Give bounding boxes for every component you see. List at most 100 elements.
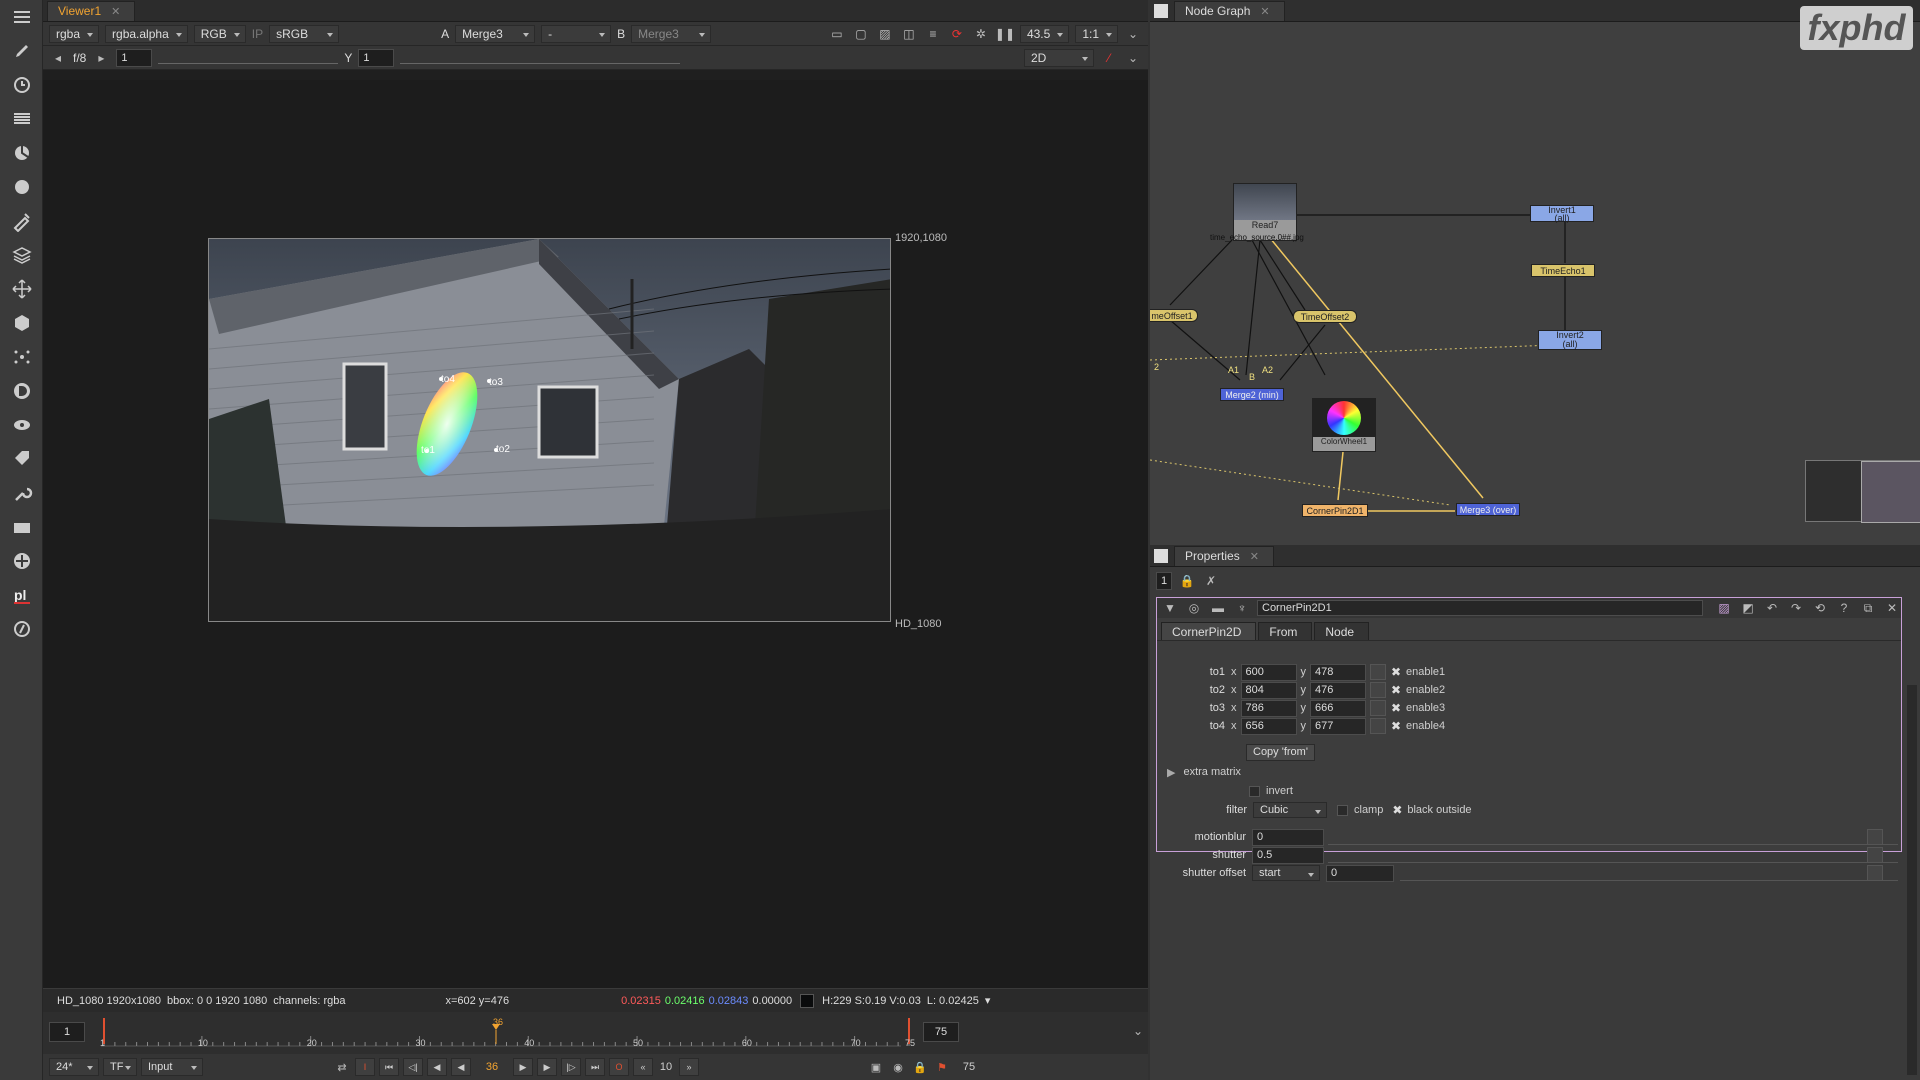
color-icon[interactable] (0, 136, 43, 170)
ip-button[interactable]: IP (252, 27, 263, 41)
shutter-offset-input[interactable]: 0 (1326, 864, 1394, 882)
prev-frame-icon[interactable]: ◀ (427, 1058, 447, 1076)
list-icon[interactable]: ≡ (924, 25, 942, 43)
color-space-dropdown[interactable]: RGB (193, 24, 246, 43)
merge-icon[interactable] (0, 238, 43, 272)
caret-right-icon[interactable]: ▸ (92, 49, 110, 67)
filter-icon[interactable] (0, 170, 43, 204)
node-graph-minimap[interactable] (1805, 460, 1920, 523)
enable-checkbox[interactable]: ✖ (1390, 665, 1402, 679)
timeecho-node[interactable]: TimeEcho1 (1531, 264, 1595, 277)
step-back-icon[interactable]: « (633, 1058, 653, 1076)
clamp-checkbox[interactable] (1337, 804, 1348, 816)
gl-color-icon[interactable]: ◩ (1739, 599, 1757, 617)
enable-checkbox[interactable]: ✖ (1390, 719, 1402, 733)
to-x-input[interactable]: 656 (1240, 717, 1297, 735)
motionblur-input[interactable]: 0 (1252, 828, 1324, 846)
step-forward-icon[interactable]: » (679, 1058, 699, 1076)
to-x-input[interactable]: 786 (1240, 699, 1297, 717)
chevron-down-icon[interactable]: ⌄ (1124, 25, 1142, 43)
ratio-dropdown[interactable]: 1:1 (1075, 24, 1118, 43)
redo-icon[interactable]: ↷ (1787, 599, 1805, 617)
caret-down-icon[interactable]: ▾ (985, 994, 991, 1007)
toolsets-icon[interactable] (0, 476, 43, 510)
viewer-image[interactable]: to1 to2 to3 to4 (208, 238, 891, 622)
view-mode-dropdown[interactable]: 2D (1024, 48, 1094, 67)
views-icon[interactable] (0, 408, 43, 442)
curve-icon[interactable] (1370, 664, 1386, 680)
tab-from[interactable]: From (1258, 622, 1313, 640)
play-forward-icon[interactable]: ▶ (513, 1058, 533, 1076)
curve-icon[interactable] (1370, 718, 1386, 734)
metadata-icon[interactable] (0, 442, 43, 476)
black-outside-checkbox[interactable]: ✖ (1391, 803, 1403, 817)
play-backward-icon[interactable]: ◀ (451, 1058, 471, 1076)
clear-panels-icon[interactable]: ✗ (1202, 572, 1220, 590)
enable-checkbox[interactable]: ✖ (1390, 683, 1402, 697)
loop-icon[interactable]: ⇄ (333, 1058, 351, 1076)
furnace-icon[interactable] (0, 544, 43, 578)
b-input-dropdown[interactable]: Merge3 (631, 24, 712, 43)
collapse-icon[interactable]: ▼ (1161, 599, 1179, 617)
a-input-dropdown[interactable]: Merge3 (455, 24, 536, 43)
expand-icon[interactable]: ▶ (1167, 766, 1175, 779)
float-icon[interactable]: ⧉ (1859, 599, 1877, 617)
to-y-input[interactable]: 478 (1310, 663, 1366, 681)
to-x-input[interactable]: 804 (1240, 681, 1297, 699)
channels-dropdown[interactable]: rgba (49, 24, 100, 43)
menu-icon[interactable] (0, 0, 43, 34)
chevron-down-icon[interactable]: ⌄ (1124, 49, 1142, 67)
gamma-input[interactable]: 1 (358, 48, 395, 67)
motionblur-slider[interactable] (1328, 827, 1898, 845)
close-icon[interactable]: ✕ (1883, 599, 1901, 617)
gain-slider[interactable] (158, 52, 339, 64)
node-name-field[interactable]: CornerPin2D1 (1257, 600, 1703, 616)
playback-mode-icon[interactable]: ▣ (867, 1058, 885, 1076)
pane-menu-icon[interactable] (1154, 548, 1168, 563)
other-icon[interactable] (0, 510, 43, 544)
deep-icon[interactable] (0, 374, 43, 408)
roi-icon[interactable]: ▭ (828, 25, 846, 43)
fps-dropdown[interactable]: 24* (49, 1058, 99, 1076)
extra-matrix-row[interactable]: ▶ extra matrix (1167, 762, 1241, 782)
in-point-icon[interactable]: I (355, 1058, 375, 1076)
to-y-input[interactable]: 666 (1310, 699, 1366, 717)
out-point-icon[interactable]: O (609, 1058, 629, 1076)
refresh-icon[interactable]: ⟳ (948, 25, 966, 43)
to-y-input[interactable]: 476 (1310, 681, 1366, 699)
timeoffset1-node[interactable]: meOffset1 (1150, 309, 1198, 322)
cornerpin-node[interactable]: CornerPin2D1 (1302, 504, 1368, 517)
max-panels-input[interactable]: 1 (1156, 572, 1172, 590)
paint-brush-icon[interactable] (0, 34, 43, 68)
gamma-slider[interactable] (400, 52, 681, 64)
overlay-icon[interactable]: ◫ (900, 25, 918, 43)
invert-checkbox[interactable] (1249, 785, 1260, 797)
pause-icon[interactable]: ❚❚ (995, 25, 1015, 43)
timeline[interactable]: 1 36 1 10 20 30 40 50 60 70 75 75 ⌄ (43, 1012, 1148, 1060)
invert2-node[interactable]: Invert2 (all) (1538, 330, 1602, 350)
help-icon[interactable]: ? (1835, 599, 1853, 617)
step-value[interactable]: 10 (657, 1061, 675, 1073)
timeoffset2-node[interactable]: TimeOffset2 (1293, 310, 1357, 323)
tab-viewer1[interactable]: Viewer1 ✕ (47, 0, 136, 21)
transform-icon[interactable] (0, 272, 43, 306)
keyer-icon[interactable] (0, 204, 43, 238)
shutter-input[interactable]: 0.5 (1252, 846, 1324, 864)
settings-icon[interactable]: ✲ (972, 25, 990, 43)
first-frame-icon[interactable]: ⏮ (379, 1058, 399, 1076)
curve-icon[interactable] (1370, 700, 1386, 716)
3d-icon[interactable] (0, 306, 43, 340)
guides-icon[interactable]: ▢ (852, 25, 870, 43)
channel-icon[interactable] (0, 102, 43, 136)
lock-icon[interactable]: 🔒 (911, 1058, 929, 1076)
knob-tools-icon[interactable]: ♆ (1233, 599, 1251, 617)
shutter-offset-slider[interactable] (1400, 863, 1898, 881)
viewer-canvas[interactable]: to1 to2 to3 to4 1920,1080 HD_1080 (43, 80, 1148, 988)
shutter-offset-dropdown[interactable]: start (1252, 865, 1320, 881)
ofx-icon[interactable] (0, 612, 43, 646)
end-frame-field[interactable]: 75 (955, 1061, 983, 1073)
caret-left-icon[interactable]: ◂ (49, 49, 67, 67)
shutter-curve-icon[interactable] (1867, 847, 1883, 863)
to-y-input[interactable]: 677 (1310, 717, 1366, 735)
filter-dropdown[interactable]: Cubic (1253, 802, 1327, 818)
